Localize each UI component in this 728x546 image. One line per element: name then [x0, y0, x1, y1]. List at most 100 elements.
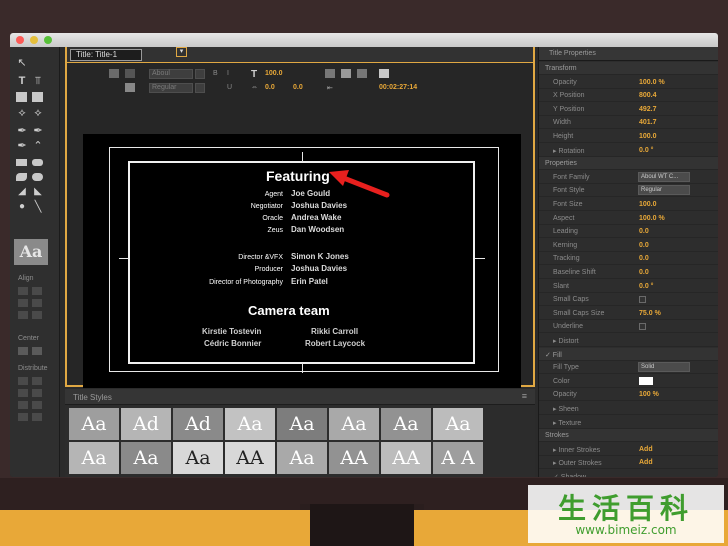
- crew-role[interactable]: Producer: [163, 266, 283, 273]
- title-style-swatch[interactable]: Aa: [173, 442, 223, 474]
- align-left-text-icon[interactable]: [325, 69, 335, 78]
- align-left-icon[interactable]: [18, 287, 28, 295]
- title-style-swatch[interactable]: AA: [329, 442, 379, 474]
- minimize-window-button[interactable]: [30, 36, 38, 44]
- distribute-2-icon[interactable]: [32, 377, 42, 385]
- property-value[interactable]: 100.0: [639, 133, 657, 140]
- property-value[interactable]: Add: [639, 446, 653, 453]
- title-style-swatch[interactable]: Ad: [173, 408, 223, 440]
- property-checkbox[interactable]: [639, 323, 646, 331]
- distribute-5-icon[interactable]: [18, 401, 28, 409]
- property-value[interactable]: 100 %: [639, 391, 659, 398]
- line-tool-icon[interactable]: ╲: [32, 201, 44, 213]
- rounded-corner-tool-icon[interactable]: [32, 173, 43, 181]
- center-vertical-icon[interactable]: [32, 347, 42, 355]
- crew-role[interactable]: Director &VFX: [163, 254, 283, 261]
- rounded-rectangle-tool-icon[interactable]: [32, 159, 43, 166]
- camera-member[interactable]: Kirstie Tostevin: [202, 327, 261, 336]
- property-value[interactable]: 75.0 %: [639, 310, 661, 317]
- title-style-swatch[interactable]: Aa: [69, 442, 119, 474]
- camera-member[interactable]: Robert Laycock: [305, 339, 365, 348]
- property-section[interactable]: Strokes: [539, 429, 718, 443]
- camera-team-heading[interactable]: Camera team: [248, 303, 330, 318]
- title-style-swatch[interactable]: Aa: [225, 408, 275, 440]
- camera-member[interactable]: Rikki Carroll: [311, 327, 358, 336]
- font-style-select[interactable]: Regular: [149, 83, 193, 93]
- tab-stops-icon[interactable]: ⇤: [327, 84, 333, 92]
- align-right-icon[interactable]: [32, 287, 42, 295]
- vertical-area-type-tool-icon[interactable]: [32, 92, 43, 102]
- property-value[interactable]: 0.0: [639, 255, 649, 262]
- italic-icon[interactable]: I: [227, 70, 229, 77]
- convert-anchor-tool-icon[interactable]: ⌃: [32, 140, 44, 152]
- align-top-icon[interactable]: [18, 299, 28, 307]
- property-value[interactable]: 100.0 %: [639, 79, 665, 86]
- center-horizontal-icon[interactable]: [18, 347, 28, 355]
- underline-icon[interactable]: U: [227, 84, 232, 91]
- align-center-text-icon[interactable]: [341, 69, 351, 78]
- cast-name[interactable]: Andrea Wake: [291, 213, 341, 222]
- property-dropdown[interactable]: Regular: [638, 185, 690, 196]
- cast-name[interactable]: Dan Woodsen: [291, 225, 344, 234]
- property-value[interactable]: 800.4: [639, 92, 657, 99]
- property-section[interactable]: ✓ Fill: [539, 347, 718, 361]
- property-dropdown[interactable]: Solid: [638, 362, 690, 373]
- type-tool-icon[interactable]: T: [16, 75, 28, 87]
- property-dropdown[interactable]: Aboul WT C...: [638, 171, 690, 182]
- title-style-swatch[interactable]: Aa: [277, 408, 327, 440]
- property-section[interactable]: Transform: [539, 62, 718, 75]
- cast-role[interactable]: Agent: [163, 191, 283, 198]
- font-family-dropdown-icon[interactable]: [195, 69, 205, 79]
- bold-icon[interactable]: B: [213, 70, 218, 77]
- path-type-tool-icon[interactable]: ⟡: [16, 107, 28, 119]
- align-right-text-icon[interactable]: [357, 69, 367, 78]
- property-value[interactable]: 0.0: [639, 228, 649, 235]
- arc-tool-icon[interactable]: ◣: [32, 186, 44, 198]
- cast-role[interactable]: Zeus: [163, 227, 283, 234]
- title-style-swatch[interactable]: Aa: [329, 408, 379, 440]
- font-family-select[interactable]: Aboul: [149, 69, 193, 79]
- vertical-type-tool-icon[interactable]: ⫪: [32, 75, 44, 87]
- clipped-corner-tool-icon[interactable]: [16, 173, 27, 181]
- distribute-4-icon[interactable]: [32, 389, 42, 397]
- cast-role[interactable]: Oracle: [163, 215, 283, 222]
- wedge-tool-icon[interactable]: ◢: [16, 186, 28, 198]
- zoom-window-button[interactable]: [44, 36, 52, 44]
- title-style-swatch[interactable]: Aa: [381, 408, 431, 440]
- rectangle-tool-icon[interactable]: [16, 159, 27, 166]
- distribute-7-icon[interactable]: [18, 413, 28, 421]
- property-checkbox[interactable]: [639, 296, 646, 304]
- kerning-value[interactable]: 0.0: [265, 84, 275, 91]
- crew-role[interactable]: Director of Photography: [163, 279, 283, 286]
- distribute-1-icon[interactable]: [18, 377, 28, 385]
- ellipse-tool-icon[interactable]: ●: [16, 201, 28, 213]
- add-anchor-tool-icon[interactable]: ✒: [16, 140, 28, 152]
- title-style-swatch[interactable]: Aa: [69, 408, 119, 440]
- title-style-swatch[interactable]: Aa: [121, 442, 171, 474]
- title-style-swatch[interactable]: Aa: [433, 408, 483, 440]
- align-center-v-icon[interactable]: [32, 311, 42, 319]
- roll-crawl-icon[interactable]: [125, 69, 135, 78]
- property-value[interactable]: 0.0 °: [639, 283, 653, 290]
- align-center-h-icon[interactable]: [18, 311, 28, 319]
- font-style-dropdown-icon[interactable]: [195, 83, 205, 93]
- title-style-swatch[interactable]: AA: [225, 442, 275, 474]
- cast-role[interactable]: Negotiator: [163, 203, 283, 210]
- font-size-value[interactable]: 100.0: [265, 70, 283, 77]
- property-value[interactable]: 401.7: [639, 119, 657, 126]
- title-style-swatch[interactable]: AA: [381, 442, 431, 474]
- distribute-6-icon[interactable]: [32, 401, 42, 409]
- property-value[interactable]: 0.0: [639, 269, 649, 276]
- crew-name[interactable]: Erin Patel: [291, 277, 328, 286]
- delete-anchor-tool-icon[interactable]: ✒: [32, 125, 44, 137]
- leading-value[interactable]: 0.0: [293, 84, 303, 91]
- property-value[interactable]: 100.0 %: [639, 215, 665, 222]
- tab-dropdown-icon[interactable]: ▾: [176, 47, 187, 57]
- templates-icon[interactable]: [125, 83, 135, 92]
- featuring-heading[interactable]: Featuring: [266, 168, 330, 184]
- align-bottom-icon[interactable]: [32, 299, 42, 307]
- fill-color-swatch[interactable]: [639, 376, 653, 385]
- property-value[interactable]: 492.7: [639, 106, 657, 113]
- close-window-button[interactable]: [16, 36, 24, 44]
- title-canvas[interactable]: Featuring Agent Joe Gould Negotiator Jos…: [83, 134, 521, 388]
